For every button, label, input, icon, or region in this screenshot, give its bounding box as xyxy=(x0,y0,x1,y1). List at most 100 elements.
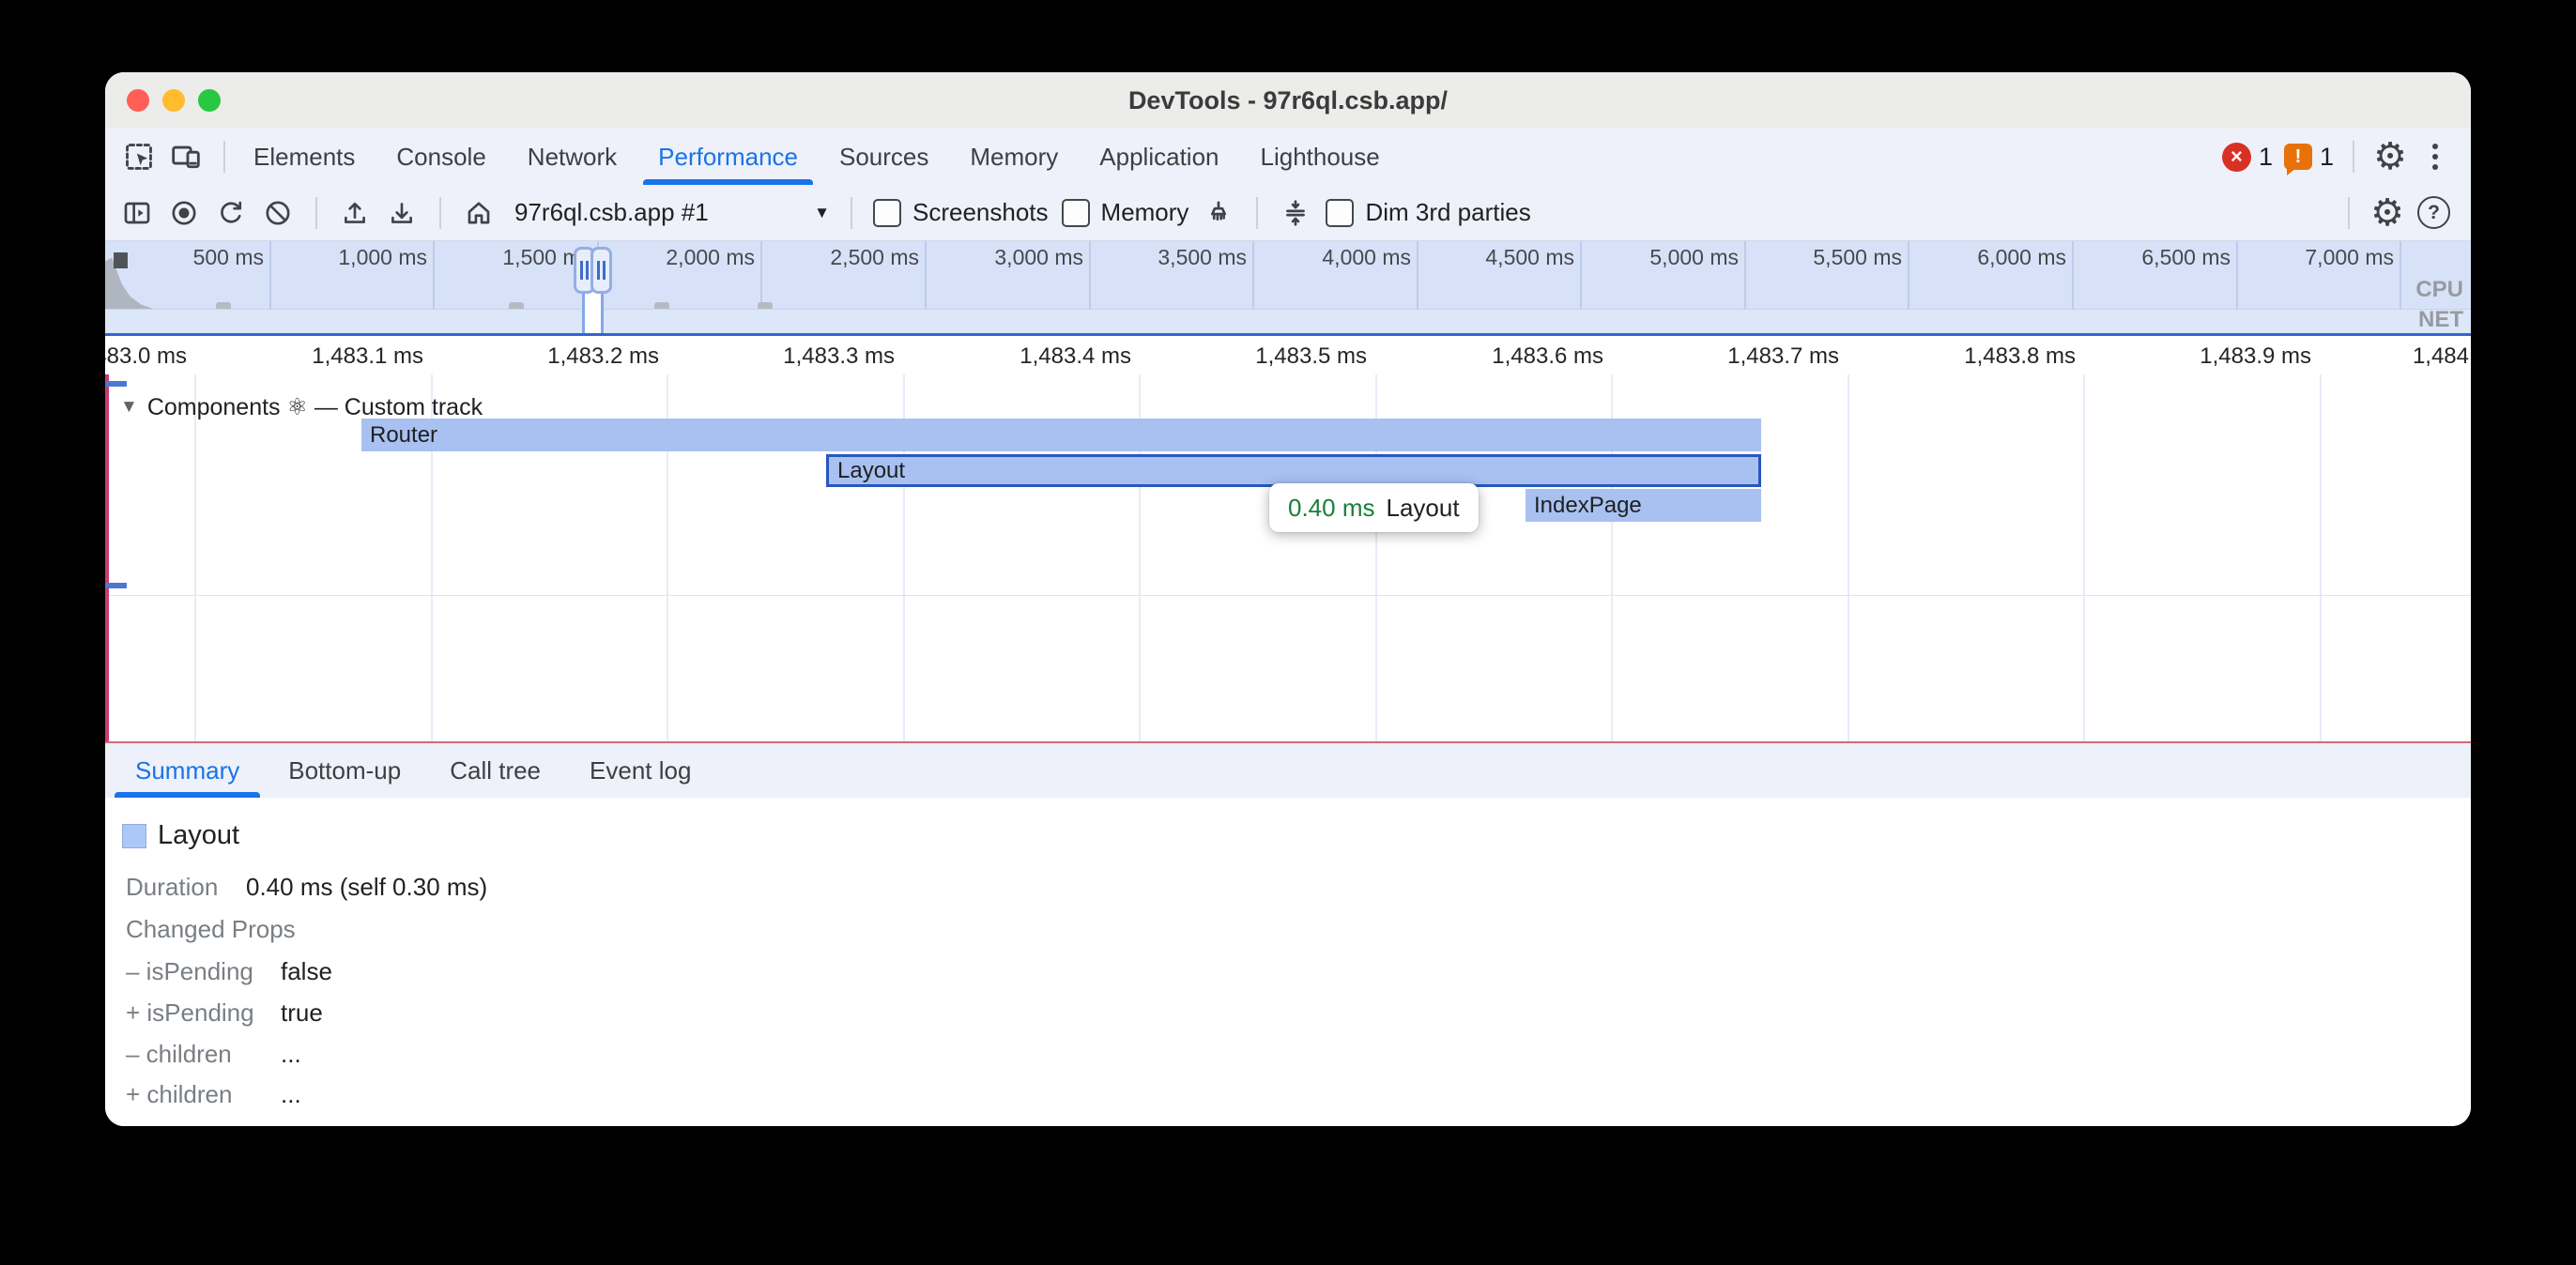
history-select-value: 97r6ql.csb.app #1 xyxy=(514,198,709,227)
dim-3rd-parties-label: Dim 3rd parties xyxy=(1365,198,1530,227)
tab-summary[interactable]: Summary xyxy=(111,743,264,798)
ruler-tick: 1,483.1 ms xyxy=(312,343,423,370)
selection-edge-marker xyxy=(105,374,109,741)
divider xyxy=(315,197,317,229)
overview-tick: 3,500 ms xyxy=(1158,245,1247,270)
tab-lighthouse[interactable]: Lighthouse xyxy=(1240,129,1401,185)
memory-checkbox-group[interactable]: Memory xyxy=(1062,198,1189,227)
error-count: 1 xyxy=(2259,143,2273,172)
ruler-tick: 1,483.9 ms xyxy=(2200,343,2311,370)
timeline-ruler[interactable]: 1,483.0 ms 1,483.1 ms 1,483.2 ms 1,483.3… xyxy=(105,333,2471,374)
help-icon[interactable]: ? xyxy=(2417,196,2450,229)
track-header-label: Components ⚛ — Custom track xyxy=(147,393,483,421)
ruler-tick: 1,483.6 ms xyxy=(1492,343,1603,370)
window-title: DevTools - 97r6ql.csb.app/ xyxy=(105,72,2471,129)
flame-bar-indexpage[interactable]: IndexPage xyxy=(1526,489,1761,522)
tab-call-tree[interactable]: Call tree xyxy=(425,743,565,798)
record-icon[interactable] xyxy=(167,196,201,230)
tab-event-log[interactable]: Event log xyxy=(565,743,715,798)
track-header-components[interactable]: ▼ Components ⚛ — Custom track xyxy=(120,393,483,421)
screenshots-checkbox[interactable] xyxy=(873,199,901,227)
cpu-lane-label: CPU xyxy=(2415,277,2463,303)
ruler-tick: 1,483.5 ms xyxy=(1255,343,1367,370)
timeline-overview[interactable]: 500 ms 1,000 ms 1,500 ms 2,000 ms 2,500 … xyxy=(105,241,2471,333)
overview-tick: 4,500 ms xyxy=(1485,245,1574,270)
divider xyxy=(2348,197,2350,229)
overview-tick: 3,000 ms xyxy=(994,245,1083,270)
overview-tick: 5,500 ms xyxy=(1813,245,1902,270)
error-counter[interactable]: × 1 xyxy=(2222,143,2273,172)
drawer-tabbar: Summary Bottom-up Call tree Event log xyxy=(105,741,2471,798)
memory-checkbox[interactable] xyxy=(1062,199,1090,227)
flame-chart[interactable]: ▼ Components ⚛ — Custom track Router Lay… xyxy=(105,374,2471,741)
screenshots-label: Screenshots xyxy=(912,198,1049,227)
save-profile-icon[interactable] xyxy=(385,196,419,230)
performance-toolbar: 97r6ql.csb.app #1 ▼ Screenshots Memory xyxy=(105,185,2471,241)
reload-and-record-icon[interactable] xyxy=(214,196,248,230)
tab-performance[interactable]: Performance xyxy=(637,129,819,185)
summary-prop-row: – isPending false xyxy=(126,957,253,986)
summary-prop-row: – children ... xyxy=(126,1040,232,1069)
ruler-tick: 1,483.3 ms xyxy=(783,343,895,370)
tab-application[interactable]: Application xyxy=(1079,129,1239,185)
flame-bar-layout[interactable]: Layout xyxy=(826,454,1761,487)
divider xyxy=(2353,141,2354,173)
tooltip-label: Layout xyxy=(1387,494,1460,523)
divider xyxy=(851,197,852,229)
tab-bottom-up[interactable]: Bottom-up xyxy=(264,743,425,798)
cpu-activity-peak xyxy=(114,252,128,268)
net-lane-label: NET xyxy=(2418,307,2463,333)
overview-tick: 4,000 ms xyxy=(1322,245,1411,270)
divider xyxy=(1256,197,1258,229)
gridline xyxy=(2083,374,2085,741)
network-overview-lane xyxy=(105,309,2471,333)
tab-elements[interactable]: Elements xyxy=(233,129,376,185)
gridline xyxy=(2320,374,2322,741)
overview-tick: 2,500 ms xyxy=(830,245,919,270)
warning-count: 1 xyxy=(2320,143,2334,172)
divider xyxy=(223,141,225,173)
error-icon: × xyxy=(2222,143,2251,172)
tooltip-duration: 0.40 ms xyxy=(1288,494,1375,523)
clear-recording-icon[interactable] xyxy=(261,196,295,230)
ruler-tick: 1,484 xyxy=(2413,343,2469,370)
toggle-sidebar-icon[interactable] xyxy=(120,196,154,230)
ruler-tick: 1,483.0 ms xyxy=(105,343,187,370)
compress-timeline-icon[interactable] xyxy=(1279,196,1312,230)
divider xyxy=(439,197,441,229)
tabbar-left-icons xyxy=(105,140,233,174)
gridline xyxy=(194,374,196,741)
live-metrics-home-icon[interactable] xyxy=(462,196,496,230)
panel-tabs: Elements Console Network Performance Sou… xyxy=(233,129,1401,185)
overview-tick: 5,000 ms xyxy=(1649,245,1739,270)
tab-memory[interactable]: Memory xyxy=(949,129,1079,185)
more-options-icon[interactable] xyxy=(2418,140,2452,174)
history-select[interactable]: 97r6ql.csb.app #1 ▼ xyxy=(514,198,830,227)
screenshots-checkbox-group[interactable]: Screenshots xyxy=(873,198,1049,227)
summary-duration-row: Duration 0.40 ms (self 0.30 ms) xyxy=(126,873,218,902)
selection-handle-right[interactable] xyxy=(590,247,612,294)
summary-prop-row: + children ... xyxy=(126,1080,232,1109)
warning-counter[interactable]: ! 1 xyxy=(2284,143,2334,172)
overview-tick: 500 ms xyxy=(193,245,264,270)
ruler-tick: 1,483.8 ms xyxy=(1964,343,2076,370)
flame-bar-router[interactable]: Router xyxy=(361,419,1761,451)
devtools-window: DevTools - 97r6ql.csb.app/ Elements C xyxy=(105,72,2471,1126)
tab-console[interactable]: Console xyxy=(376,129,506,185)
event-color-swatch xyxy=(122,824,146,848)
summary-title: Layout xyxy=(158,820,239,851)
capture-settings-gear-icon[interactable]: ⚙ xyxy=(2370,196,2404,230)
inspect-element-icon[interactable] xyxy=(122,140,156,174)
tab-sources[interactable]: Sources xyxy=(819,129,949,185)
settings-gear-icon[interactable]: ⚙ xyxy=(2373,140,2407,174)
collect-garbage-icon[interactable] xyxy=(1202,196,1235,230)
summary-changed-props-row: Changed Props xyxy=(126,915,296,944)
dim-3rd-parties-checkbox[interactable] xyxy=(1326,199,1354,227)
ruler-tick: 1,483.2 ms xyxy=(547,343,659,370)
dim-3rd-parties-checkbox-group[interactable]: Dim 3rd parties xyxy=(1326,198,1530,227)
load-profile-icon[interactable] xyxy=(338,196,372,230)
tab-network[interactable]: Network xyxy=(507,129,637,185)
device-toolbar-icon[interactable] xyxy=(169,140,203,174)
overview-tick: 6,500 ms xyxy=(2141,245,2231,270)
titlebar: DevTools - 97r6ql.csb.app/ xyxy=(105,72,2471,130)
